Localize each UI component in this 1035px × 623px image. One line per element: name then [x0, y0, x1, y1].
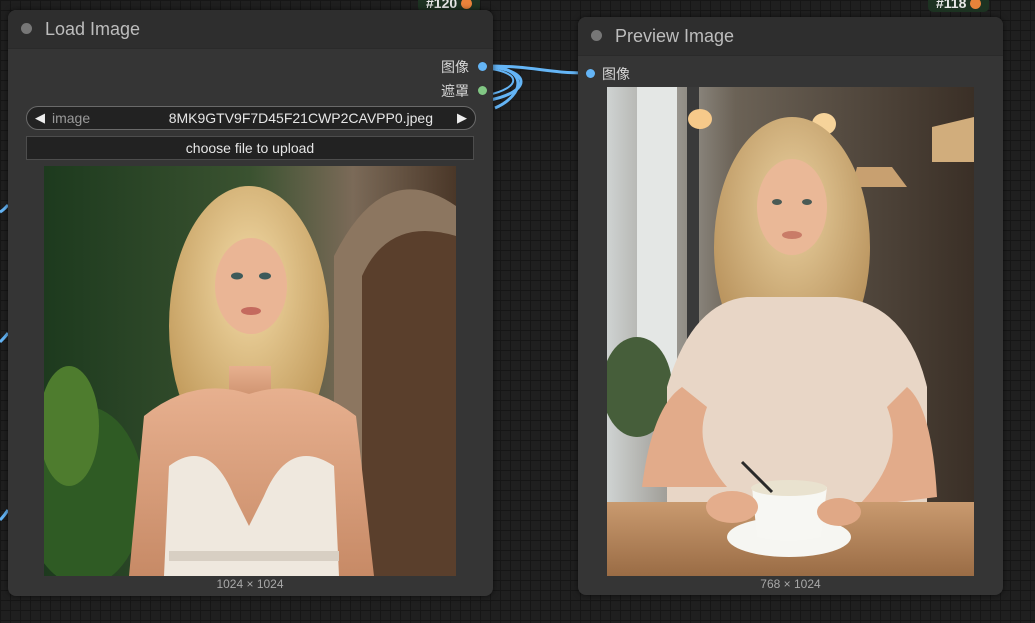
preview-image-picture — [607, 87, 974, 576]
combo-label: image — [52, 110, 91, 126]
load-image-node[interactable]: Load Image 图像 遮罩 ◀ image 8MK9GTV9F7D45F2… — [8, 10, 493, 596]
wire-left-edge-2 — [0, 332, 10, 344]
combo-prev-arrow-icon[interactable]: ◀ — [35, 107, 45, 129]
fox-icon — [970, 0, 982, 9]
output-label-image: 图像 — [441, 59, 469, 75]
fox-icon — [461, 0, 473, 9]
output-dot-image-icon[interactable] — [478, 62, 487, 71]
wire-image-to-preview — [482, 64, 591, 75]
wire-left-edge-3 — [0, 509, 10, 522]
node-header[interactable]: Preview Image — [578, 17, 1003, 56]
output-dot-mask-icon[interactable] — [478, 86, 487, 95]
image-dimensions: 1024 × 1024 — [216, 577, 284, 591]
loaded-image — [44, 166, 456, 576]
node-title: Load Image — [45, 19, 141, 39]
preview-image — [607, 87, 974, 576]
combo-value[interactable]: 8MK9GTV9F7D45F21CWP2CAVPP0.jpeg — [169, 107, 433, 129]
output-slot-mask[interactable]: 遮罩 — [441, 83, 469, 99]
output-slot-image[interactable]: 图像 — [441, 59, 469, 75]
image-dimensions: 768 × 1024 — [760, 577, 821, 591]
input-slot-image[interactable]: 图像 — [602, 66, 630, 82]
output-label-mask: 遮罩 — [441, 83, 469, 99]
collapse-dot-icon[interactable] — [591, 30, 602, 41]
input-dot-image-icon[interactable] — [586, 69, 595, 78]
node-id-label: #118 — [936, 0, 967, 11]
node-id-badge-118: #118 — [928, 0, 990, 12]
node-header[interactable]: Load Image — [8, 10, 493, 49]
wire-left-edge-1 — [0, 203, 10, 214]
collapse-dot-icon[interactable] — [21, 23, 32, 34]
loaded-image-picture — [44, 166, 456, 576]
preview-image-node[interactable]: Preview Image 图像 768 × 1024 — [578, 17, 1003, 595]
image-combo-widget[interactable]: ◀ image 8MK9GTV9F7D45F21CWP2CAVPP0.jpeg … — [26, 106, 476, 130]
node-title: Preview Image — [615, 26, 735, 46]
combo-next-arrow-icon[interactable]: ▶ — [457, 107, 467, 129]
input-label-image: 图像 — [602, 66, 630, 82]
upload-button[interactable]: choose file to upload — [26, 136, 474, 160]
